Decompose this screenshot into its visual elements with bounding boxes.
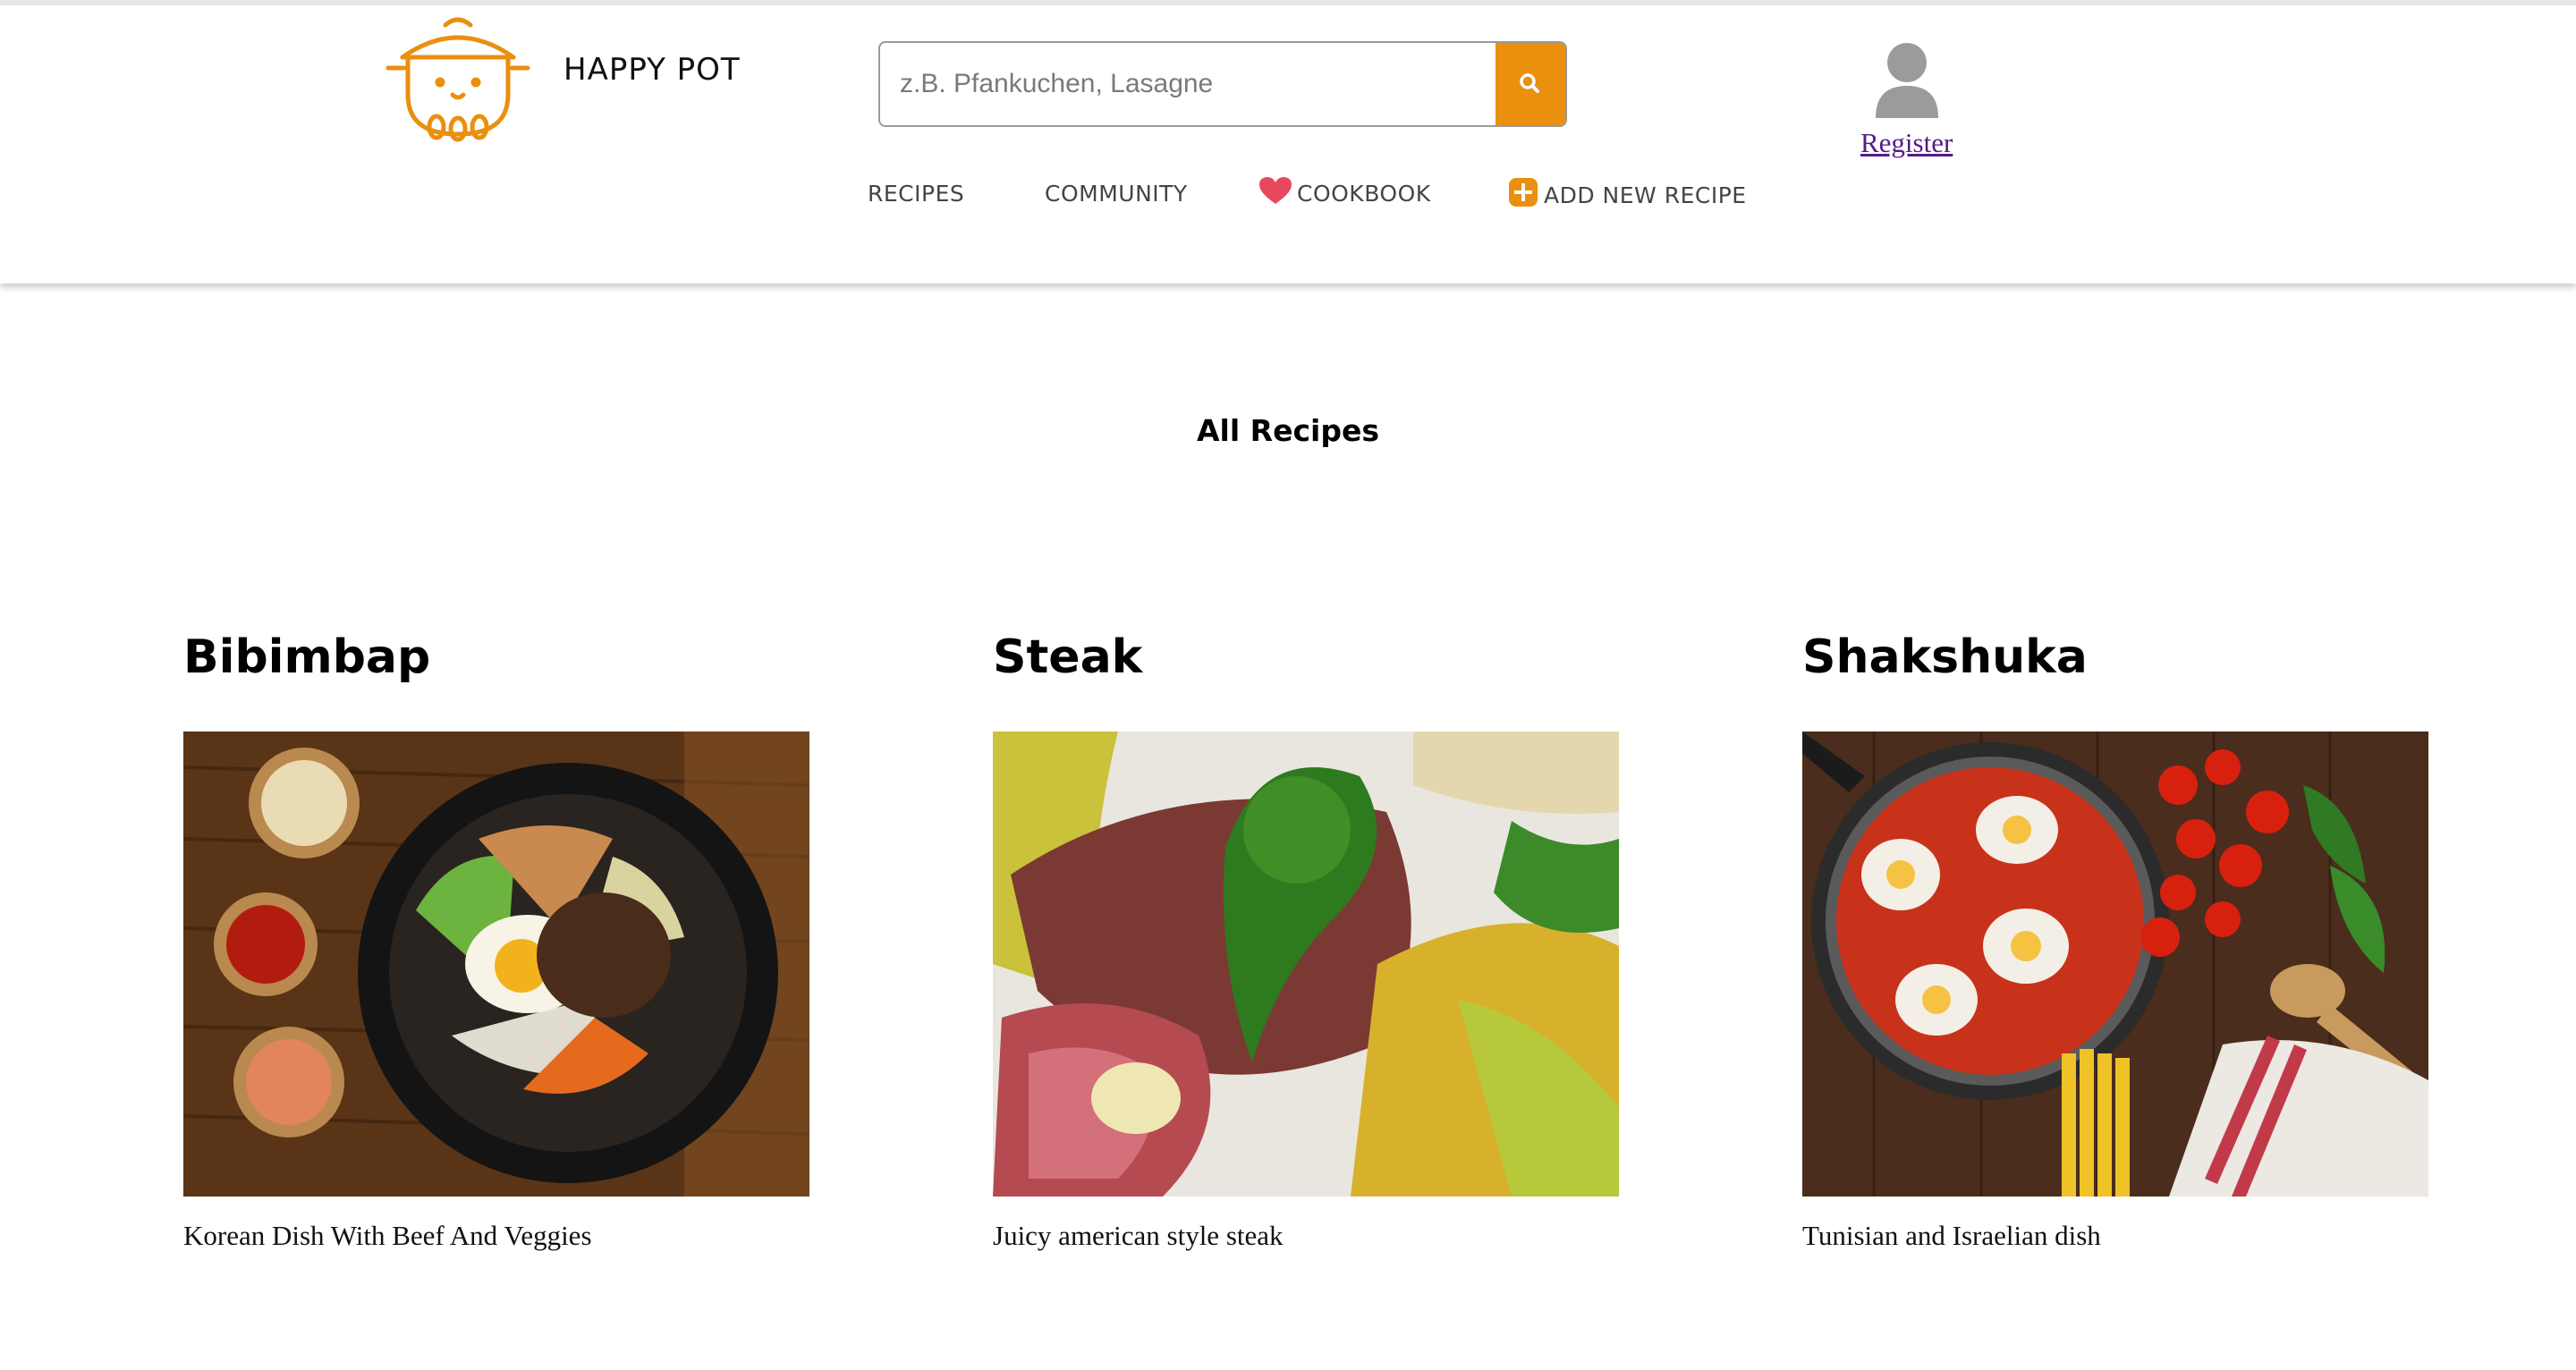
heart-icon — [1259, 176, 1292, 204]
recipe-title[interactable]: Shakshuka — [1802, 626, 2428, 689]
site-header: HAPPY POT RECIPES COMMUNITY COOKBOOK — [0, 5, 2576, 283]
recipe-description: Korean Dish With Beef And Veggies — [183, 1220, 592, 1251]
main-nav: RECIPES COMMUNITY COOKBOOK ADD NEW RECIP… — [0, 176, 2576, 220]
nav-add-recipe-label: ADD NEW RECIPE — [1544, 182, 1747, 208]
search-icon — [1520, 73, 1539, 93]
brand-name[interactable]: HAPPY POT — [564, 52, 741, 88]
recipe-card[interactable]: Steak Juicy american style steak — [993, 626, 1619, 1251]
shakshuka-photo[interactable] — [1802, 732, 2428, 1197]
user-area — [1860, 41, 1953, 118]
bibimbap-photo[interactable] — [183, 732, 809, 1197]
nav-add-recipe[interactable]: ADD NEW RECIPE — [1508, 175, 1747, 208]
search-bar — [878, 41, 1567, 127]
recipe-card[interactable]: Bibimbap Korean Dish With Beef And Veggi… — [183, 626, 809, 1251]
steak-photo[interactable] — [993, 732, 1619, 1197]
nav-recipes[interactable]: RECIPES — [868, 181, 964, 207]
page-title: All Recipes — [1197, 413, 1379, 448]
nav-cookbook[interactable]: COOKBOOK — [1259, 175, 1431, 207]
recipe-title[interactable]: Steak — [993, 626, 1619, 689]
nav-community-label: COMMUNITY — [1045, 181, 1188, 207]
cooking-pot-icon[interactable] — [385, 13, 531, 148]
nav-community[interactable]: COMMUNITY — [1045, 181, 1188, 207]
register-link[interactable]: Register — [1860, 127, 1959, 159]
nav-cookbook-label: COOKBOOK — [1297, 181, 1431, 207]
recipe-description: Tunisian and Israelian dish — [1802, 1220, 2101, 1251]
user-avatar-icon[interactable] — [1874, 41, 1940, 118]
nav-recipes-label: RECIPES — [868, 181, 965, 207]
plus-icon — [1509, 177, 1538, 207]
search-button[interactable] — [1496, 43, 1565, 125]
search-input[interactable] — [880, 43, 1497, 125]
recipe-title[interactable]: Bibimbap — [183, 626, 809, 689]
recipe-description: Juicy american style steak — [993, 1220, 1284, 1251]
recipe-card[interactable]: Shakshuka Tunisian and Israelian dish — [1802, 626, 2428, 1251]
